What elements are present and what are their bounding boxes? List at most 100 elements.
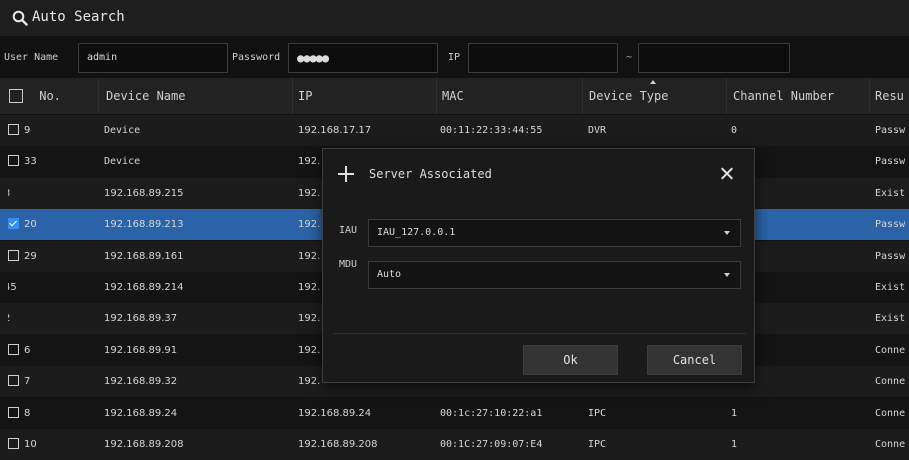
column-divider (98, 78, 99, 114)
column-header-mac[interactable]: MAC (442, 78, 464, 114)
table-header: No. Device Name IP MAC Device Type Chann… (0, 78, 909, 114)
cell-result: Passw (875, 125, 906, 136)
cell-device-type: IPC (588, 408, 607, 419)
cell-no-label: 9 (24, 125, 31, 136)
column-header-no[interactable]: No. (9, 78, 61, 114)
chevron-down-icon (724, 231, 730, 235)
cell-device-name: 192.168.89.213 (104, 219, 184, 230)
cell-ip: 192.168.89.24 (298, 408, 372, 419)
cell-no-label: 8 (24, 408, 31, 419)
cell-ip: 192.168.17.17 (298, 125, 372, 136)
cell-no: 8 (8, 398, 98, 429)
cell-no-label: 33 (24, 156, 37, 167)
column-header-result[interactable]: Resu (875, 78, 904, 114)
row-checkbox[interactable] (8, 437, 19, 449)
cell-device-name: 192.168.89.214 (104, 282, 184, 293)
cell-no: 3 (8, 178, 98, 209)
column-header-no-label: No. (39, 89, 61, 103)
cell-channel-number: 1 (731, 439, 738, 450)
cell-no-label: 2 (8, 313, 10, 324)
cell-mac: 00:1C:27:09:07:E4 (440, 439, 543, 450)
cell-no-label: 45 (8, 282, 17, 293)
cell-device-name: 192.168.89.32 (104, 376, 178, 387)
row-checkbox[interactable] (8, 217, 19, 229)
cell-device-name: 192.168.89.37 (104, 313, 178, 324)
cell-result: Conne (875, 408, 906, 419)
cell-channel-number: 1 (731, 408, 738, 419)
cell-no-label: 29 (24, 251, 37, 262)
cell-device-type: DVR (588, 125, 607, 136)
cell-no: 29 (8, 241, 98, 272)
plus-icon (337, 165, 355, 183)
column-divider (726, 78, 727, 114)
ip-end-input[interactable] (638, 43, 790, 73)
cell-no-label: 10 (24, 439, 37, 450)
row-checkbox[interactable] (8, 343, 19, 355)
cell-mac: 00:1c:27:10:22:a1 (440, 408, 543, 419)
cell-no: 45 (8, 272, 98, 303)
filter-bar: User Name admin Password ●●●●● IP ~ (0, 38, 909, 78)
mdu-select-value: Auto (377, 269, 402, 280)
cell-result: Passw (875, 219, 906, 230)
cell-no: 6 (8, 335, 98, 366)
chevron-down-icon (724, 273, 730, 277)
iau-select[interactable]: IAU_127.0.0.1 (368, 219, 741, 247)
cell-device-name: Device (104, 156, 141, 167)
column-divider (869, 78, 870, 114)
password-label: Password (232, 52, 281, 63)
cell-device-type: IPC (588, 439, 607, 450)
cell-no: 10 (8, 429, 98, 460)
row-checkbox[interactable] (8, 249, 19, 261)
row-checkbox[interactable] (8, 374, 19, 386)
cell-device-name: 192.168.89.91 (104, 345, 178, 356)
iau-select-value: IAU_127.0.0.1 (377, 227, 456, 238)
table-row[interactable]: 8 192.168.89.24 192.168.89.24 00:1c:27:10:2… (0, 398, 909, 429)
column-header-device-type[interactable]: Device Type (589, 78, 668, 114)
cell-result: Exist (875, 313, 906, 324)
column-header-ip[interactable]: IP (298, 78, 312, 114)
cell-no: 33 (8, 146, 98, 177)
cancel-button[interactable]: Cancel (647, 345, 742, 375)
dialog-title: Server Associated (369, 167, 492, 181)
cell-no-label: 7 (24, 376, 31, 387)
column-divider (436, 78, 437, 114)
cell-result: Conne (875, 345, 906, 356)
dialog-divider (333, 333, 746, 334)
column-header-channel-number[interactable]: Channel Number (733, 78, 834, 114)
title-bar: Auto Search (0, 0, 909, 36)
row-checkbox[interactable] (8, 123, 19, 135)
table-row[interactable]: 10 192.168.89.208 192.168.89.208 00:1C:27:0… (0, 429, 909, 460)
password-input[interactable]: ●●●●● (288, 43, 438, 73)
row-checkbox[interactable] (8, 406, 19, 418)
ok-button[interactable]: Ok (523, 345, 618, 375)
cell-no-label: 6 (24, 345, 31, 356)
row-checkbox[interactable] (8, 154, 19, 166)
cell-device-name: 192.168.89.24 (104, 408, 178, 419)
cell-ip: 192.168.89.208 (298, 439, 378, 450)
username-input[interactable]: admin (78, 43, 228, 73)
mdu-label: MDU (339, 259, 358, 270)
mdu-select[interactable]: Auto (368, 261, 741, 289)
sort-ascending-icon (650, 80, 656, 84)
cell-result: Exist (875, 282, 906, 293)
column-divider (582, 78, 583, 114)
cell-device-name: 192.168.89.208 (104, 439, 184, 450)
ip-range-separator: ~ (626, 52, 633, 63)
cell-no: 20 (8, 209, 98, 240)
iau-label: IAU (339, 225, 358, 236)
column-header-device-name[interactable]: Device Name (106, 78, 185, 114)
cell-result: Passw (875, 156, 906, 167)
cell-device-name: 192.168.89.215 (104, 188, 184, 199)
search-icon (12, 10, 28, 26)
cell-result: Exist (875, 188, 906, 199)
cell-no-label: 3 (8, 188, 10, 199)
cell-result: Conne (875, 376, 906, 387)
cell-result: Passw (875, 251, 906, 262)
close-icon[interactable] (717, 164, 737, 184)
cell-mac: 00:11:22:33:44:55 (440, 125, 543, 136)
select-all-checkbox[interactable] (9, 88, 23, 103)
table-row[interactable]: 9 Device 192.168.17.17 00:11:22:33:44:55 DVR… (0, 115, 909, 146)
ip-label: IP (448, 52, 461, 63)
server-associated-dialog: Server Associated IAU IAU_127.0.0.1 MDU … (322, 148, 755, 383)
ip-start-input[interactable] (468, 43, 618, 73)
